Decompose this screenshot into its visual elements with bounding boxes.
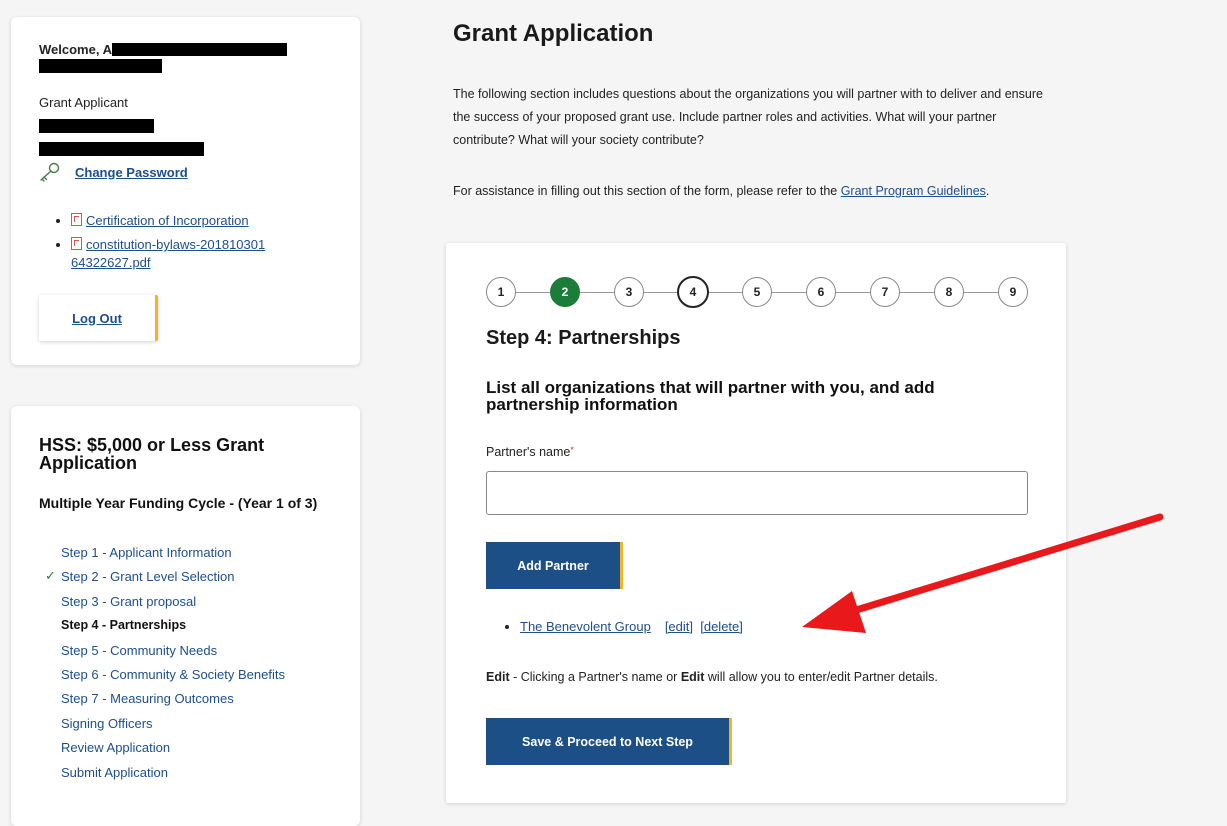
key-icon xyxy=(40,162,60,182)
assistance-text: For assistance in filling out this secti… xyxy=(453,184,990,198)
partner-edit-link[interactable]: [edit] xyxy=(665,619,693,634)
step-nav-item-2[interactable]: ✓ Step 2 - Grant Level Selection xyxy=(45,568,285,593)
progress-stepper: 1 2 3 4 5 6 7 8 9 xyxy=(486,276,1029,317)
step-nav-item-signing[interactable]: Signing Officers xyxy=(61,716,285,740)
redacted-name xyxy=(111,43,287,56)
document-item: Certification of Incorporation xyxy=(71,212,271,230)
pdf-icon xyxy=(71,237,82,250)
step-nav-item-submit[interactable]: Submit Application xyxy=(61,765,285,789)
stepper-step-9[interactable]: 9 xyxy=(998,277,1028,307)
step-nav-item-7[interactable]: Step 7 - Measuring Outcomes xyxy=(61,691,285,715)
guidelines-link[interactable]: Grant Program Guidelines xyxy=(841,184,986,198)
partner-item: The Benevolent Group [edit] [delete] xyxy=(520,619,743,634)
checkmark-icon: ✓ xyxy=(45,568,56,584)
step-nav-item-5[interactable]: Step 5 - Community Needs xyxy=(61,643,285,667)
pdf-icon xyxy=(71,213,82,226)
application-title: HSS: $5,000 or Less Grant Application xyxy=(39,435,265,473)
redacted-name-2 xyxy=(39,59,162,73)
user-card: Welcome, A Grant Applicant Change Passwo… xyxy=(11,17,360,365)
document-item: constitution-bylaws-20181030164322627.pd… xyxy=(71,236,271,272)
stepper-step-2[interactable]: 2 xyxy=(550,277,580,307)
partner-name-link[interactable]: The Benevolent Group xyxy=(520,619,651,634)
stepper-step-5[interactable]: 5 xyxy=(742,277,772,307)
annotation-arrow-icon xyxy=(802,513,1164,633)
intro-text: The following section includes questions… xyxy=(453,87,1043,147)
section-heading: List all organizations that will partner… xyxy=(486,378,935,414)
stepper-step-6[interactable]: 6 xyxy=(806,277,836,307)
stepper-step-8[interactable]: 8 xyxy=(934,277,964,307)
application-steps-card: HSS: $5,000 or Less Grant Application Mu… xyxy=(11,406,360,826)
document-link[interactable]: Certification of Incorporation xyxy=(86,213,249,228)
welcome-text: Welcome, A xyxy=(39,42,287,76)
save-proceed-button[interactable]: Save & Proceed to Next Step xyxy=(486,718,732,765)
stepper-step-7[interactable]: 7 xyxy=(870,277,900,307)
step-nav-item-4: Step 4 - Partnerships xyxy=(61,618,187,633)
edit-help-text: Edit - Clicking a Partner's name or Edit… xyxy=(486,670,938,684)
page-title: Grant Application xyxy=(453,20,654,47)
document-list: Certification of Incorporation constitut… xyxy=(55,212,271,278)
partner-list: The Benevolent Group [edit] [delete] xyxy=(506,619,743,634)
step-nav-item-review[interactable]: Review Application xyxy=(61,740,285,764)
redacted-info xyxy=(39,119,204,156)
add-partner-button[interactable]: Add Partner xyxy=(486,542,623,589)
partner-name-label: Partner's name* xyxy=(486,445,574,459)
step-nav-item-3[interactable]: Step 3 - Grant proposal xyxy=(61,594,285,618)
funding-cycle: Multiple Year Funding Cycle - (Year 1 of… xyxy=(39,495,318,511)
stepper-step-3[interactable]: 3 xyxy=(614,277,644,307)
user-role: Grant Applicant xyxy=(39,95,128,110)
change-password-label: Change Password xyxy=(75,164,188,180)
step-title: Step 4: Partnerships xyxy=(486,327,681,349)
step-nav-item-6[interactable]: Step 6 - Community & Society Benefits xyxy=(61,667,285,691)
stepper-step-4[interactable]: 4 xyxy=(677,276,709,308)
document-link[interactable]: constitution-bylaws-20181030164322627.pd… xyxy=(71,237,265,270)
logout-button[interactable]: Log Out xyxy=(39,295,158,341)
stepper-step-1[interactable]: 1 xyxy=(486,277,516,307)
required-indicator: * xyxy=(570,445,574,455)
change-password-link[interactable]: Change Password xyxy=(39,162,188,182)
partner-delete-link[interactable]: [delete] xyxy=(700,619,743,634)
step-nav: Step 1 - Applicant Information ✓ Step 2 -… xyxy=(45,545,285,789)
step-nav-item-1[interactable]: Step 1 - Applicant Information xyxy=(61,545,285,569)
